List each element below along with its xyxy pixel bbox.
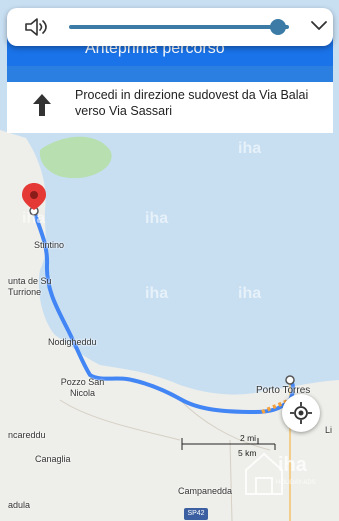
watermark: iha xyxy=(238,285,262,302)
map-label-li: Li xyxy=(325,425,333,435)
map-label-canaglia: Canaglia xyxy=(35,454,71,464)
direction-step-text: Procedi in direzione sudovest da Via Bal… xyxy=(75,88,309,118)
volume-bar xyxy=(7,8,333,46)
map-label-adula: adula xyxy=(8,500,31,510)
map-label-torre: unta de Su Turrione xyxy=(8,276,52,297)
speaker-icon[interactable] xyxy=(23,16,49,38)
logo-subtext: HOLIDAY-ADS xyxy=(276,480,316,486)
map-label-nodigheddu: Nodigheddu xyxy=(48,337,97,347)
watermark: iha xyxy=(145,285,169,302)
direction-step-panel[interactable]: Procedi in direzione sudovest da Via Bal… xyxy=(7,82,333,133)
map-label-pozzo: Pozzo San Nicola xyxy=(60,377,105,398)
map-label-ncareddu: ncareddu xyxy=(8,430,46,440)
volume-slider-thumb[interactable] xyxy=(270,19,286,35)
map-label-campanedda: Campanedda xyxy=(178,486,233,496)
header-strip xyxy=(7,66,333,82)
end-point xyxy=(285,375,295,385)
watermark: iha xyxy=(22,210,46,227)
map-label-stintino: Stintino xyxy=(34,240,65,250)
volume-slider-track[interactable] xyxy=(69,25,289,29)
watermark: iha xyxy=(238,140,262,157)
iha-logo-watermark: iha HOLIDAY-ADS xyxy=(240,440,320,500)
my-location-button[interactable] xyxy=(282,394,320,432)
logo-text: iha xyxy=(278,454,307,476)
pin-center xyxy=(30,191,38,199)
location-target-icon xyxy=(290,402,312,424)
watermark: iha xyxy=(145,210,169,227)
chevron-down-icon[interactable] xyxy=(309,18,329,34)
arrow-up-icon xyxy=(33,94,51,116)
road-badge: SP42 xyxy=(184,508,208,520)
